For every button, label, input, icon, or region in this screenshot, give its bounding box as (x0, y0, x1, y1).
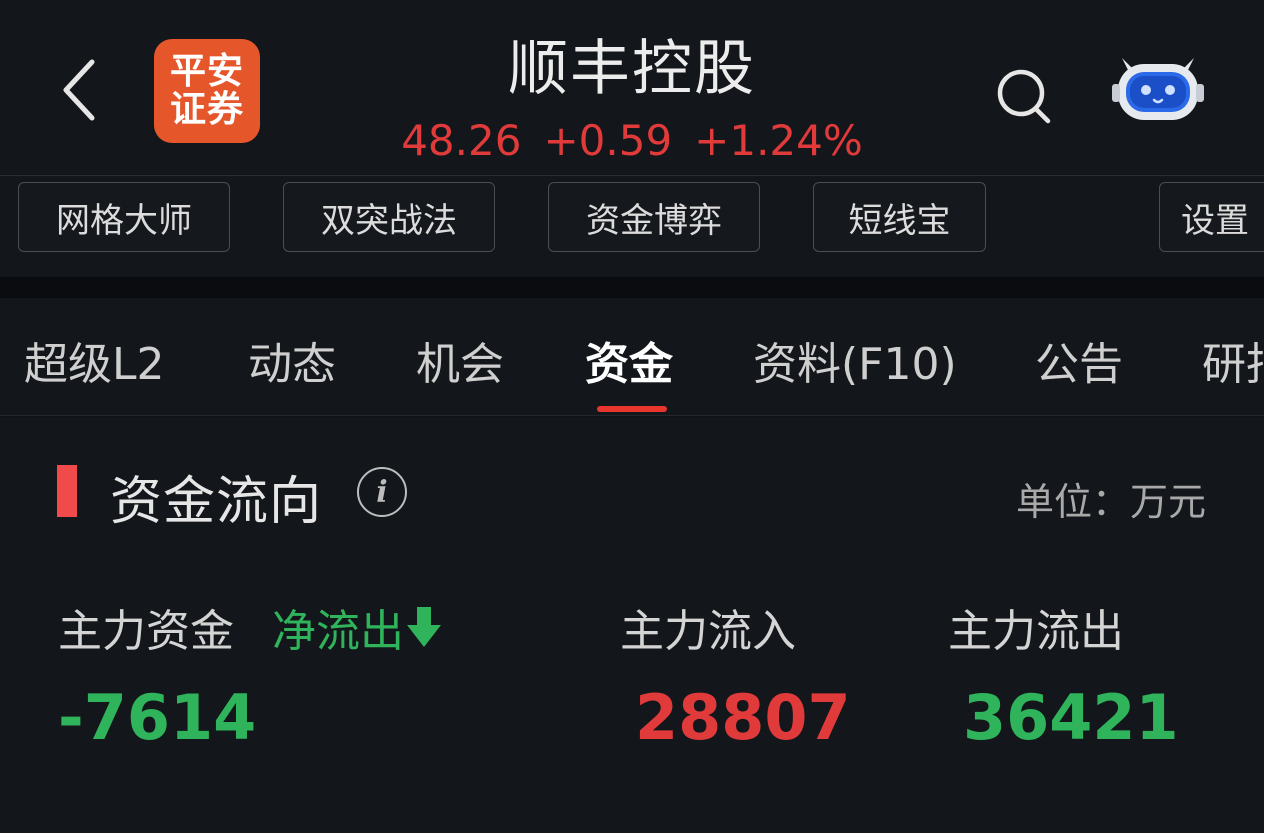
logo-line-2: 证券 (169, 89, 244, 130)
last-price: 48.26 (401, 116, 522, 165)
fund-flow-section: 资金流向 i 单位：万元 主力资金 净流出 主力流入 主力流出 -7614 28… (0, 417, 1264, 833)
tab-bar: 超级L2 动态 机会 资金 资料(F10) 公告 研报 (0, 298, 1264, 416)
chevron-left-icon (63, 59, 95, 121)
tab-announcements[interactable]: 公告 (1035, 328, 1123, 392)
tab-research[interactable]: 研报 (1202, 328, 1264, 392)
search-icon (997, 69, 1051, 124)
settings-button[interactable]: 设置 (1159, 182, 1264, 252)
assistant-button[interactable] (1112, 48, 1204, 124)
logo-line-1: 平安 (169, 51, 244, 92)
info-icon[interactable]: i (357, 467, 407, 517)
section-divider (0, 277, 1264, 298)
net-direction: 净流出 (272, 595, 442, 659)
search-button[interactable] (992, 64, 1056, 128)
active-tab-indicator (597, 406, 667, 412)
section-marker (57, 465, 77, 517)
tab-profile-f10[interactable]: 资料(F10) (753, 328, 957, 392)
robot-icon (1112, 58, 1204, 120)
price-change-percent: +1.24% (694, 116, 863, 165)
section-title: 资金流向 (110, 472, 323, 532)
stock-name: 顺丰控股 (508, 34, 756, 104)
top-header: 平安 证券 顺丰控股 48.26 +0.59 +1.24% (0, 0, 1264, 175)
grid-master-button[interactable]: 网格大师 (18, 182, 230, 252)
feature-toolbar: 网格大师 双突战法 资金博弈 短线宝 设置 (0, 175, 1264, 277)
back-button[interactable] (52, 55, 108, 125)
main-inflow-label: 主力流入 (620, 606, 796, 657)
quote-line: 48.26 +0.59 +1.24% (382, 116, 882, 165)
arrow-down-icon (407, 607, 441, 647)
short-term-button[interactable]: 短线宝 (813, 182, 986, 252)
tab-super-l2[interactable]: 超级L2 (24, 328, 165, 392)
fund-game-button[interactable]: 资金博弈 (548, 182, 760, 252)
outflow-value: 36421 (963, 681, 1179, 754)
tab-opportunity[interactable]: 机会 (416, 328, 504, 392)
net-direction-label: 净流出 (272, 606, 404, 657)
unit-label: 单位：万元 (1015, 480, 1206, 524)
price-change: +0.59 (543, 116, 673, 165)
double-breakout-button[interactable]: 双突战法 (283, 182, 495, 252)
main-outflow-label: 主力流出 (948, 606, 1124, 657)
inflow-value: 28807 (635, 681, 851, 754)
main-fund-label: 主力资金 (58, 606, 234, 657)
net-flow-value: -7614 (58, 681, 257, 754)
tab-funds[interactable]: 资金 (585, 328, 673, 392)
tab-news[interactable]: 动态 (248, 328, 336, 392)
broker-logo: 平安 证券 (154, 39, 260, 143)
